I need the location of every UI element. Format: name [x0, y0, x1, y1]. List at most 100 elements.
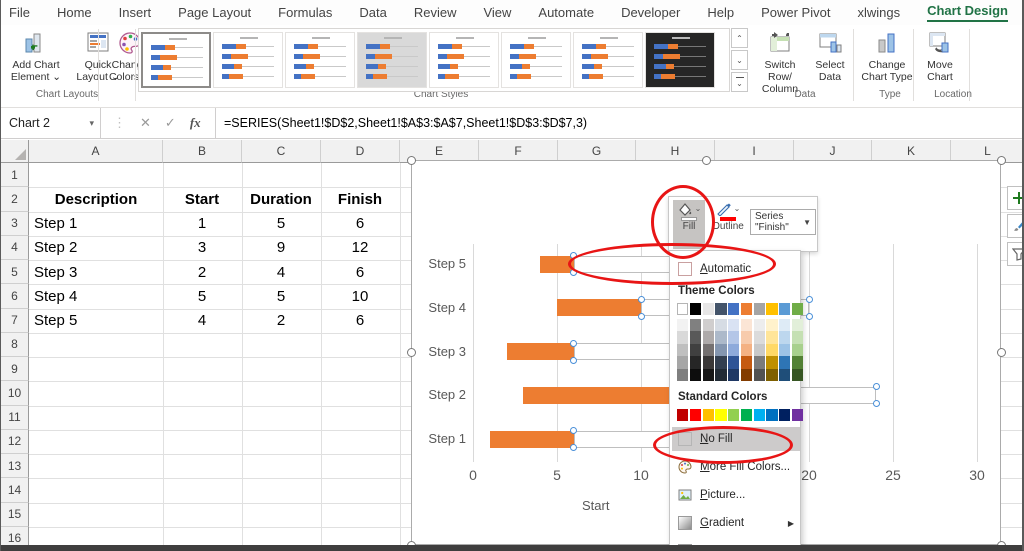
variant-color-swatch[interactable]: [690, 319, 701, 331]
change-chart-type-button[interactable]: Change Chart Type: [859, 28, 915, 90]
variant-color-swatch[interactable]: [792, 369, 803, 381]
gallery-scroll-down[interactable]: ⌄: [731, 50, 748, 70]
standard-color-swatch[interactable]: [715, 409, 726, 421]
variant-color-swatch[interactable]: [792, 344, 803, 356]
menu-item-gradient[interactable]: Gradient ▶: [672, 511, 800, 535]
tab-data[interactable]: Data: [359, 5, 386, 20]
selection-handle[interactable]: [873, 400, 880, 407]
tab-view[interactable]: View: [483, 5, 511, 20]
select-all-corner[interactable]: [1, 140, 29, 163]
variant-color-swatch[interactable]: [703, 356, 714, 368]
theme-color-swatch[interactable]: [741, 303, 752, 315]
standard-color-swatch[interactable]: [741, 409, 752, 421]
duration-bar[interactable]: [490, 431, 574, 448]
selection-handle[interactable]: [806, 313, 813, 320]
menu-item-picture[interactable]: Picture...: [672, 483, 800, 507]
gallery-scroll-up[interactable]: ⌃: [731, 28, 748, 48]
variant-color-swatch[interactable]: [677, 344, 688, 356]
tab-xlwings[interactable]: xlwings: [857, 5, 900, 20]
standard-color-swatch[interactable]: [703, 409, 714, 421]
variant-color-swatch[interactable]: [703, 369, 714, 381]
variant-color-swatch[interactable]: [715, 356, 726, 368]
variant-color-swatch[interactable]: [792, 331, 803, 343]
theme-color-swatch[interactable]: [779, 303, 790, 315]
chart-frame-handle[interactable]: [997, 348, 1006, 357]
variant-color-swatch[interactable]: [754, 331, 765, 343]
chart-frame-handle[interactable]: [407, 156, 416, 165]
finish-bar[interactable]: [574, 343, 675, 360]
variant-color-swatch[interactable]: [779, 319, 790, 331]
variant-color-swatch[interactable]: [677, 331, 688, 343]
select-data-button[interactable]: Select Data: [807, 28, 853, 90]
variant-color-swatch[interactable]: [792, 319, 803, 331]
switch-row-column-button[interactable]: Switch Row/ Column: [753, 28, 807, 90]
formula-input[interactable]: =SERIES(Sheet1!$D$2,Sheet1!$A$3:$A$7,She…: [216, 108, 1024, 138]
variant-color-swatch[interactable]: [741, 356, 752, 368]
variant-color-swatch[interactable]: [741, 344, 752, 356]
column-header-A[interactable]: A: [29, 140, 163, 163]
variant-color-swatch[interactable]: [754, 356, 765, 368]
duration-bar[interactable]: [557, 299, 641, 316]
chart-legend-start[interactable]: Start: [582, 498, 609, 513]
gallery-more[interactable]: ⌄: [731, 72, 748, 92]
standard-color-swatch[interactable]: [728, 409, 739, 421]
variant-color-swatch[interactable]: [677, 319, 688, 331]
standard-color-swatch[interactable]: [766, 409, 777, 421]
standard-color-swatch[interactable]: [792, 409, 803, 421]
column-header-B[interactable]: B: [163, 140, 242, 163]
variant-color-swatch[interactable]: [766, 319, 777, 331]
variant-color-swatch[interactable]: [728, 356, 739, 368]
column-header-C[interactable]: C: [242, 140, 321, 163]
standard-color-swatch[interactable]: [690, 409, 701, 421]
chart-style-thumbnail-6[interactable]: [501, 32, 571, 88]
chart-style-thumbnail-7[interactable]: [573, 32, 643, 88]
variant-color-swatch[interactable]: [766, 369, 777, 381]
variant-color-swatch[interactable]: [677, 369, 688, 381]
variant-color-swatch[interactable]: [754, 344, 765, 356]
row-header-13[interactable]: 13: [1, 454, 29, 478]
tab-power-pivot[interactable]: Power Pivot: [761, 5, 830, 20]
outline-dropdown-caret[interactable]: ⌄: [734, 207, 741, 211]
variant-color-swatch[interactable]: [690, 344, 701, 356]
add-chart-element-button[interactable]: Add Chart Element ⌄: [5, 28, 67, 90]
row-header-12[interactable]: 12: [1, 430, 29, 454]
variant-color-swatch[interactable]: [741, 319, 752, 331]
chart-frame-handle[interactable]: [407, 348, 416, 357]
variant-color-swatch[interactable]: [703, 331, 714, 343]
standard-color-swatch[interactable]: [754, 409, 765, 421]
tab-formulas[interactable]: Formulas: [278, 5, 332, 20]
variant-color-swatch[interactable]: [715, 369, 726, 381]
theme-color-swatch[interactable]: [792, 303, 803, 315]
tab-chart-design[interactable]: Chart Design: [927, 3, 1008, 22]
row-header-2[interactable]: 2: [1, 187, 29, 211]
row-header-15[interactable]: 15: [1, 503, 29, 527]
row-header-10[interactable]: 10: [1, 381, 29, 405]
chart-elements-button[interactable]: [1007, 186, 1024, 210]
variant-color-swatch[interactable]: [779, 331, 790, 343]
tab-page-layout[interactable]: Page Layout: [178, 5, 251, 20]
row-header-9[interactable]: 9: [1, 357, 29, 381]
selection-handle[interactable]: [638, 296, 645, 303]
selection-handle[interactable]: [873, 383, 880, 390]
variant-color-swatch[interactable]: [690, 369, 701, 381]
variant-color-swatch[interactable]: [703, 319, 714, 331]
insert-function-icon[interactable]: fx: [190, 115, 201, 131]
selection-handle[interactable]: [806, 296, 813, 303]
variant-color-swatch[interactable]: [715, 319, 726, 331]
theme-color-swatch[interactable]: [677, 303, 688, 315]
enter-icon[interactable]: ✓: [165, 115, 176, 131]
row-header-8[interactable]: 8: [1, 333, 29, 357]
variant-color-swatch[interactable]: [728, 331, 739, 343]
tab-insert[interactable]: Insert: [119, 5, 152, 20]
variant-color-swatch[interactable]: [715, 331, 726, 343]
tab-file[interactable]: File: [9, 5, 30, 20]
standard-color-swatch[interactable]: [779, 409, 790, 421]
row-header-3[interactable]: 3: [1, 212, 29, 236]
tab-developer[interactable]: Developer: [621, 5, 680, 20]
row-header-7[interactable]: 7: [1, 309, 29, 333]
tab-automate[interactable]: Automate: [538, 5, 594, 20]
row-header-1[interactable]: 1: [1, 163, 29, 187]
row-header-14[interactable]: 14: [1, 478, 29, 502]
variant-color-swatch[interactable]: [766, 331, 777, 343]
variant-color-swatch[interactable]: [728, 344, 739, 356]
